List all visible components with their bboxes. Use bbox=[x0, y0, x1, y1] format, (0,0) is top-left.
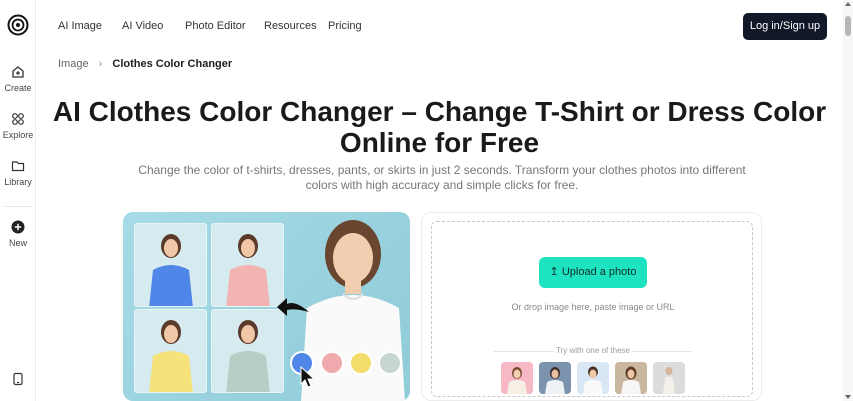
upload-photo-button[interactable]: ↥ Upload a photo bbox=[539, 257, 647, 288]
breadcrumb-parent[interactable]: Image bbox=[58, 58, 89, 70]
try-samples-label: Try with one of these bbox=[556, 346, 630, 355]
sample-image-1[interactable] bbox=[501, 362, 533, 394]
upload-panel: ↥ Upload a photo Or drop image here, pas… bbox=[421, 212, 762, 401]
example-yellow-shirt bbox=[134, 309, 207, 393]
page-scrollbar[interactable] bbox=[843, 0, 853, 401]
example-sage-shirt bbox=[211, 309, 284, 393]
sample-image-2[interactable] bbox=[539, 362, 571, 394]
upload-icon: ↥ bbox=[549, 266, 559, 278]
sidebar-item-explore[interactable]: Explore bbox=[0, 112, 36, 140]
sidebar-item-new[interactable]: New bbox=[0, 220, 36, 248]
drop-hint-text: Or drop image here, paste image or URL bbox=[511, 302, 675, 312]
color-swatch-sage[interactable] bbox=[378, 351, 402, 375]
divider-line bbox=[632, 351, 692, 352]
create-icon bbox=[12, 66, 24, 78]
sidebar: Create Explore Library New bbox=[0, 0, 36, 401]
sample-image-3[interactable] bbox=[577, 362, 609, 394]
top-navigation: AI Image AI Video Photo Editor Resources… bbox=[36, 0, 843, 54]
logo-icon[interactable] bbox=[7, 14, 29, 36]
scrollbar-thumb[interactable] bbox=[845, 16, 851, 36]
sidebar-item-label: Library bbox=[4, 177, 32, 187]
tablet-icon bbox=[13, 372, 23, 386]
nav-ai-image[interactable]: AI Image bbox=[58, 20, 102, 32]
scroll-down-icon[interactable] bbox=[845, 395, 851, 399]
explore-icon bbox=[12, 113, 24, 125]
sample-image-5[interactable] bbox=[653, 362, 685, 394]
login-signup-button[interactable]: Log in/Sign up bbox=[743, 13, 827, 40]
sidebar-item-create[interactable]: Create bbox=[0, 65, 36, 93]
sidebar-item-label: New bbox=[8, 238, 27, 248]
page-subtitle: Change the color of t-shirts, dresses, p… bbox=[138, 163, 746, 192]
chevron-right-icon: › bbox=[98, 58, 103, 70]
example-blue-shirt bbox=[134, 223, 207, 307]
sidebar-item-label: Explore bbox=[2, 130, 34, 140]
showcase-image bbox=[123, 212, 410, 401]
library-icon bbox=[11, 161, 25, 172]
breadcrumb: Image › Clothes Color Changer bbox=[58, 58, 232, 70]
sidebar-item-label: Create bbox=[4, 83, 32, 93]
sidebar-item-device[interactable] bbox=[0, 372, 36, 386]
nav-pricing[interactable]: Pricing bbox=[328, 20, 362, 32]
scroll-up-icon[interactable] bbox=[845, 2, 851, 6]
cursor-icon bbox=[300, 365, 316, 388]
example-pink-shirt bbox=[211, 223, 284, 307]
breadcrumb-current: Clothes Color Changer bbox=[112, 58, 233, 70]
nav-photo-editor[interactable]: Photo Editor bbox=[185, 20, 246, 32]
color-swatch-pink[interactable] bbox=[320, 351, 344, 375]
color-swatch-yellow[interactable] bbox=[349, 351, 373, 375]
sample-image-4[interactable] bbox=[615, 362, 647, 394]
sidebar-divider bbox=[4, 206, 32, 207]
nav-ai-video[interactable]: AI Video bbox=[122, 20, 163, 32]
sidebar-item-library[interactable]: Library bbox=[0, 159, 36, 187]
upload-button-label: Upload a photo bbox=[561, 266, 637, 278]
plus-circle-icon bbox=[11, 220, 25, 234]
upload-dropzone[interactable]: ↥ Upload a photo Or drop image here, pas… bbox=[431, 221, 753, 397]
page-title: AI Clothes Color Changer – Change T-Shir… bbox=[52, 96, 827, 158]
nav-resources[interactable]: Resources bbox=[264, 20, 317, 32]
arrow-left-icon bbox=[277, 298, 309, 316]
